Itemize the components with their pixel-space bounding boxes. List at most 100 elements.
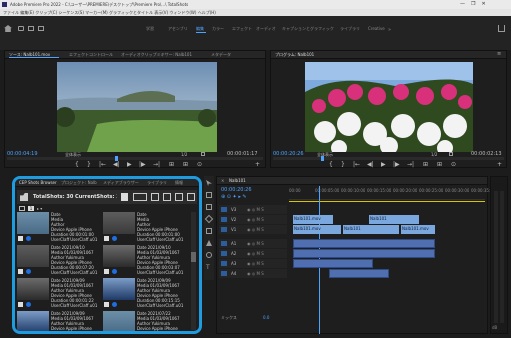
ws-effects[interactable]: エフェクト bbox=[232, 26, 252, 31]
source-video-frame[interactable] bbox=[57, 62, 217, 152]
program-play-icon[interactable]: ▶ bbox=[381, 161, 386, 168]
extract-icon[interactable]: ⊞ bbox=[437, 161, 442, 168]
video-clip[interactable]: Nalb101.mov bbox=[293, 215, 333, 224]
track-header[interactable]: A2 ◉ ◎ M S bbox=[219, 249, 287, 258]
track-toggle-icons[interactable]: ◉ ◎ M S bbox=[247, 241, 285, 246]
folder-icon[interactable] bbox=[20, 193, 28, 201]
program-go-to-in-icon[interactable]: |← bbox=[353, 161, 360, 168]
ws-overflow-icon[interactable]: » bbox=[388, 27, 391, 33]
menu-file[interactable]: ファイル bbox=[3, 10, 19, 15]
program-menu-icon[interactable]: ≡ bbox=[497, 51, 501, 57]
track-toggle-icons[interactable]: ◉ ◎ M S bbox=[247, 217, 285, 222]
program-scrubber[interactable] bbox=[273, 156, 504, 161]
ws-color[interactable]: カラー bbox=[212, 26, 224, 31]
track-target-toggle[interactable] bbox=[221, 227, 227, 232]
track-target-toggle[interactable] bbox=[221, 241, 227, 246]
shot-info-icon[interactable] bbox=[112, 302, 117, 307]
menu-marker[interactable]: マーカー(M) bbox=[85, 10, 108, 15]
shot-checkbox[interactable] bbox=[18, 236, 23, 241]
export-icon[interactable] bbox=[38, 26, 44, 31]
menu-edit[interactable]: 編集(E) bbox=[20, 10, 34, 15]
video-clip[interactable]: Nalb101.mov bbox=[293, 225, 341, 234]
shot-checkbox[interactable] bbox=[18, 302, 23, 307]
mark-in-icon[interactable]: { bbox=[75, 161, 79, 168]
grid-icon[interactable] bbox=[163, 193, 171, 201]
overwrite-icon[interactable]: ⊞ bbox=[183, 161, 188, 168]
shot-thumbnail[interactable] bbox=[17, 245, 49, 267]
program-video-frame[interactable] bbox=[305, 62, 473, 152]
hand-tool-icon[interactable] bbox=[206, 252, 212, 258]
track-header[interactable]: V1 ◉ ◎ M S bbox=[219, 225, 287, 234]
program-step-back-icon[interactable]: ◀| bbox=[367, 161, 374, 168]
export-frame-icon[interactable]: ⊙ bbox=[197, 161, 202, 168]
shot-thumbnail[interactable] bbox=[17, 311, 49, 331]
menu-clip[interactable]: クリップ(C) bbox=[35, 10, 57, 15]
insert-icon[interactable]: ⊞ bbox=[169, 161, 174, 168]
track-toggle-icons[interactable]: ◉ ◎ M S bbox=[247, 207, 285, 212]
thumbnail-view-icon[interactable] bbox=[121, 193, 128, 201]
track-toggle-icons[interactable]: ◉ ◎ M S bbox=[247, 227, 285, 232]
tab-effect-controls[interactable]: エフェクトコントロール bbox=[69, 52, 117, 57]
program-add-button-icon[interactable]: + bbox=[497, 161, 502, 168]
tab-sequence[interactable]: Nalb101 bbox=[229, 178, 269, 183]
maximize-icon[interactable]: ❐ bbox=[471, 1, 481, 7]
track-toggle-icons[interactable]: ◉ ◎ M S bbox=[247, 251, 285, 256]
shot-info-icon[interactable] bbox=[26, 302, 31, 307]
timeline-timecode[interactable]: 00:00:20:26 bbox=[221, 187, 252, 193]
ws-captions[interactable]: キャプションとグラフィック bbox=[282, 26, 336, 31]
slip-tool-icon[interactable] bbox=[206, 228, 212, 234]
track-header[interactable]: V3 ◉ ◎ M S bbox=[219, 205, 287, 214]
import-shot-icon[interactable] bbox=[175, 193, 183, 201]
shots-scrollbar[interactable] bbox=[191, 212, 196, 330]
audio-clip[interactable] bbox=[293, 259, 373, 268]
program-go-to-out-icon[interactable]: →| bbox=[407, 161, 414, 168]
master-track-value[interactable]: 0.0 bbox=[263, 315, 283, 320]
track-select-icon[interactable] bbox=[206, 192, 212, 198]
program-mark-out-icon[interactable]: } bbox=[341, 161, 345, 168]
minimize-icon[interactable]: — bbox=[460, 1, 471, 7]
shot-card[interactable]: Date2021/07/22 Media01/03/09/1067 AuthorYu… bbox=[103, 311, 187, 331]
shot-checkbox[interactable] bbox=[104, 302, 109, 307]
tab-audio-clip-mixer[interactable]: オーディオクリップミキサー: Nalb101 bbox=[121, 52, 207, 57]
selection-tool-icon[interactable] bbox=[206, 180, 212, 186]
audio-clip[interactable] bbox=[329, 269, 389, 278]
tab-program[interactable]: プログラム: Nalb101 bbox=[275, 52, 325, 57]
track-header[interactable]: A4 ◉ ◎ M S bbox=[219, 269, 287, 278]
ws-creative[interactable]: Creative bbox=[368, 26, 385, 31]
ws-learning[interactable]: 学習 bbox=[146, 26, 154, 31]
program-step-forward-icon[interactable]: |▶ bbox=[393, 161, 400, 168]
track-toggle-icons[interactable]: ◉ ◎ M S bbox=[247, 271, 285, 276]
page-back-icon[interactable] bbox=[19, 206, 25, 211]
list-view-icon[interactable] bbox=[133, 193, 147, 201]
source-settings-icon[interactable] bbox=[201, 152, 205, 156]
shot-info-icon[interactable] bbox=[26, 236, 31, 241]
track-target-toggle[interactable] bbox=[221, 271, 227, 276]
program-export-frame-icon[interactable]: ⊙ bbox=[451, 161, 456, 168]
shot-info-icon[interactable] bbox=[112, 269, 117, 274]
razor-tool-icon[interactable] bbox=[204, 214, 214, 224]
tab-shots-browser[interactable]: CEP Shots Browser bbox=[19, 180, 57, 185]
home-icon[interactable] bbox=[4, 25, 12, 32]
menu-help[interactable]: ヘルプ(H) bbox=[198, 10, 216, 15]
shot-info-icon[interactable] bbox=[112, 236, 117, 241]
ws-audio[interactable]: オーディオ bbox=[256, 26, 276, 31]
program-mark-in-icon[interactable]: { bbox=[329, 161, 333, 168]
timeline-close-icon[interactable]: × bbox=[221, 178, 227, 183]
menu-window[interactable]: ウィンドウ(W) bbox=[169, 10, 196, 15]
shot-card[interactable]: Date2021/09/10 Media01/03/09/1067 AuthorYu… bbox=[17, 245, 101, 276]
play-icon[interactable]: ▶ bbox=[127, 161, 132, 168]
shot-card[interactable]: Date2021/09/09 Media01/03/09/1067 AuthorYu… bbox=[17, 278, 101, 309]
edit-mode-icon[interactable] bbox=[28, 26, 34, 31]
track-target-toggle[interactable] bbox=[221, 217, 227, 222]
shot-checkbox[interactable] bbox=[18, 269, 23, 274]
menu-sequence[interactable]: シーケンス(S) bbox=[58, 10, 83, 15]
menu-view[interactable]: 表示(V) bbox=[154, 10, 168, 15]
share-icon[interactable] bbox=[498, 25, 505, 32]
tab-metadata[interactable]: メタデータ bbox=[211, 52, 241, 57]
add-button-icon[interactable]: + bbox=[255, 161, 260, 168]
mark-out-icon[interactable]: } bbox=[87, 161, 91, 168]
ripple-edit-icon[interactable] bbox=[206, 204, 212, 210]
audio-clip[interactable] bbox=[293, 239, 435, 248]
shot-card[interactable]: Date Media Author DeviceApple iPhone Duratio… bbox=[103, 212, 187, 243]
close-icon[interactable]: ✕ bbox=[481, 1, 491, 7]
